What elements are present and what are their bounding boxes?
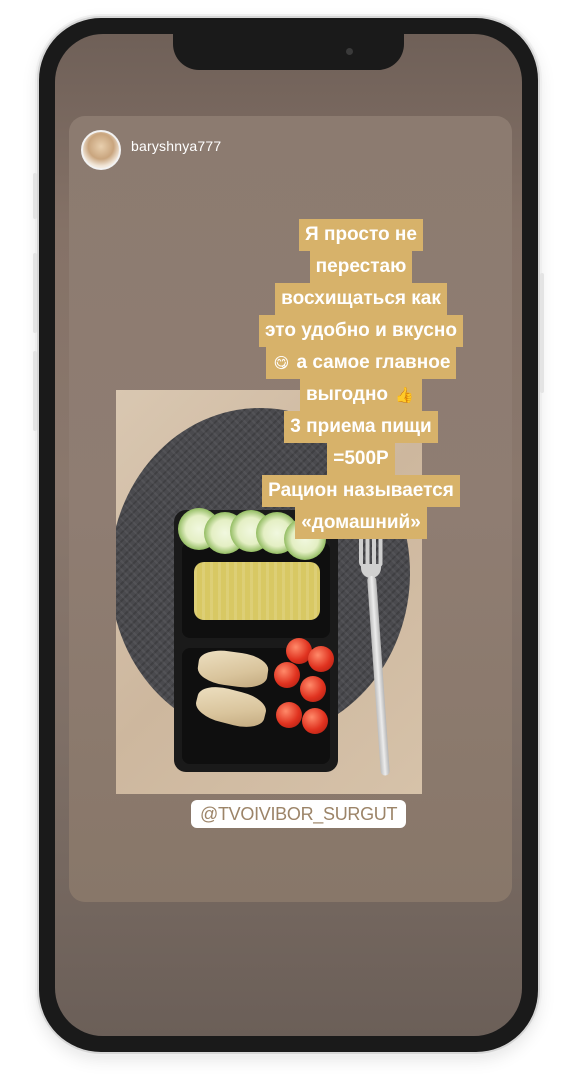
yum-face-icon: 😋	[273, 354, 290, 372]
caption-line: восхищаться как	[275, 283, 447, 315]
power-button	[540, 273, 544, 393]
mashed-potato	[194, 562, 320, 620]
phone-screen: baryshnya777 Я просто не перестаю восхищ…	[55, 34, 522, 1036]
thumbs-up-icon: 👍	[395, 386, 415, 404]
caption-line-text: а самое главное	[296, 352, 451, 373]
caption-line: «домашний»	[295, 507, 427, 539]
story-username[interactable]: baryshnya777	[131, 138, 221, 154]
caption-line: 3 приема пищи	[284, 411, 438, 443]
front-camera-icon	[346, 48, 353, 55]
phone-frame: baryshnya777 Я просто не перестаю восхищ…	[33, 18, 544, 1052]
caption-line: Рацион называется	[262, 475, 460, 507]
cherry-tomato	[302, 708, 328, 734]
caption-line: Я просто не	[299, 219, 423, 251]
caption-line-text: выгодно	[305, 384, 389, 405]
mute-switch	[33, 173, 37, 219]
profile-avatar-icon[interactable]	[81, 130, 121, 170]
cherry-tomato	[274, 662, 300, 688]
caption-line: перестаю	[309, 251, 413, 283]
fork	[356, 518, 390, 778]
caption-line: это удобно и вкусно	[259, 315, 463, 347]
caption-line-with-emoji: выгодно 👍	[299, 379, 423, 411]
caption-line: =500Р	[327, 443, 395, 475]
caption-line-with-emoji: 😋 а самое главное	[265, 347, 457, 379]
cherry-tomato	[308, 646, 334, 672]
mention-sticker[interactable]: @TVOIVIBOR_SURGUT	[191, 800, 407, 828]
story-caption: Я просто не перестаю восхищаться как это…	[211, 219, 511, 539]
volume-down-button	[33, 351, 37, 431]
volume-up-button	[33, 253, 37, 333]
cherry-tomato	[276, 702, 302, 728]
notch	[173, 34, 404, 70]
cherry-tomato	[300, 676, 326, 702]
